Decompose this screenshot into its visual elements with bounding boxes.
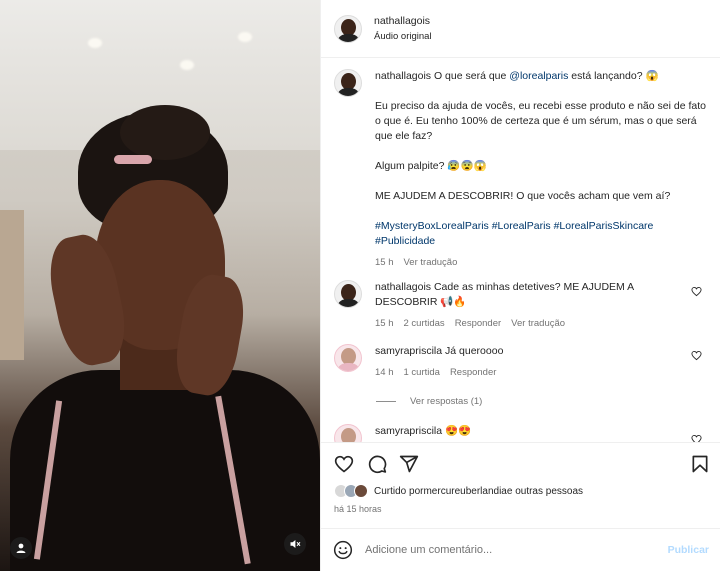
user-icon (16, 543, 26, 553)
ceiling-light (238, 32, 252, 42)
comment-time[interactable]: 14 h (375, 365, 394, 380)
emoji-icon[interactable] (333, 540, 353, 560)
liked-by-prefix: Curtido por (374, 485, 424, 497)
comment-likes[interactable]: 2 curtidas (404, 316, 445, 331)
bookmark-icon[interactable] (690, 454, 710, 474)
comment-item: samyrapriscila Já queroooo 14 h 1 curtid… (334, 344, 714, 380)
avatar[interactable] (334, 424, 362, 442)
hair-clip (114, 155, 152, 164)
caption: nathallagois O que será que @lorealparis… (334, 69, 714, 270)
replies-divider (376, 401, 396, 402)
heart-icon[interactable] (334, 454, 354, 474)
liked-by-user[interactable]: mercureuberlandia (423, 486, 506, 497)
caption-time[interactable]: 15 h (375, 255, 394, 270)
comment-composer: Publicar (321, 528, 720, 571)
background-frame (0, 210, 24, 360)
comment-time[interactable]: 15 h (375, 316, 394, 331)
comments-list[interactable]: nathallagois O que será que @lorealparis… (321, 58, 720, 442)
share-icon[interactable] (399, 454, 419, 474)
avatar[interactable] (334, 69, 362, 97)
mute-button[interactable] (284, 533, 306, 555)
tagged-users-button[interactable] (10, 537, 32, 559)
comment-likes[interactable]: 1 curtida (404, 365, 440, 380)
post-actions (321, 442, 720, 482)
comment-item: nathallagois Cade as minhas detetives? M… (334, 280, 714, 331)
liked-by: Curtido por mercureuberlandia e outras p… (334, 484, 583, 498)
avatar[interactable] (334, 14, 362, 43)
audio-label[interactable]: Áudio original (374, 29, 432, 44)
post-sidebar: nathallagois Áudio original nathallagois… (320, 0, 720, 571)
caption-paragraph: Eu preciso da ajuda de vocês, eu recebi … (375, 100, 706, 142)
translate-link[interactable]: Ver tradução (511, 316, 565, 331)
post-time[interactable]: há 15 horas (334, 504, 382, 514)
avatar[interactable] (334, 280, 362, 308)
ceiling-light (180, 60, 194, 70)
view-replies-label[interactable]: Ver respostas (1) (410, 396, 482, 407)
caption-paragraph: Algum palpite? 😰😨😱 (375, 160, 487, 172)
like-comment-icon[interactable] (691, 286, 702, 297)
comment-username[interactable]: samyrapriscila (375, 345, 442, 357)
avatar[interactable] (334, 344, 362, 372)
caption-paragraph: ME AJUDEM A DESCOBRIR! O que vocês acham… (375, 190, 671, 202)
post-media[interactable] (0, 0, 320, 571)
comment-username[interactable]: samyrapriscila (375, 425, 442, 437)
reply-button[interactable]: Responder (450, 365, 496, 380)
mention-link[interactable]: @lorealparis (509, 70, 568, 82)
caption-text: O que será que (433, 70, 510, 82)
like-comment-icon[interactable] (691, 350, 702, 361)
like-comment-icon[interactable] (691, 434, 702, 442)
post-header: nathallagois Áudio original (321, 0, 720, 58)
ceiling-light (88, 38, 102, 48)
publish-button[interactable]: Publicar (668, 544, 709, 556)
liked-by-avatar[interactable] (354, 484, 368, 498)
comment-username[interactable]: nathallagois (375, 281, 431, 293)
caption-text: está lançando? 😱 (568, 70, 659, 82)
comment-text: 😍😍 (445, 425, 472, 437)
hashtags[interactable]: #MysteryBoxLorealParis #LorealParis #Lor… (375, 219, 714, 249)
liked-by-suffix[interactable]: e outras pessoas (507, 486, 583, 497)
reply-button[interactable]: Responder (455, 316, 501, 331)
person-hair-bun (120, 105, 210, 160)
comment-item: samyrapriscila 😍😍 (334, 424, 714, 442)
mute-icon (290, 540, 301, 548)
comment-icon[interactable] (367, 454, 387, 474)
view-replies-button[interactable]: Ver respostas (1) (376, 396, 482, 407)
translate-link[interactable]: Ver tradução (404, 255, 458, 270)
comment-input[interactable] (365, 544, 668, 556)
comment-text: Já queroooo (445, 345, 504, 357)
caption-username[interactable]: nathallagois (375, 70, 431, 82)
author-username[interactable]: nathallagois (374, 14, 432, 29)
